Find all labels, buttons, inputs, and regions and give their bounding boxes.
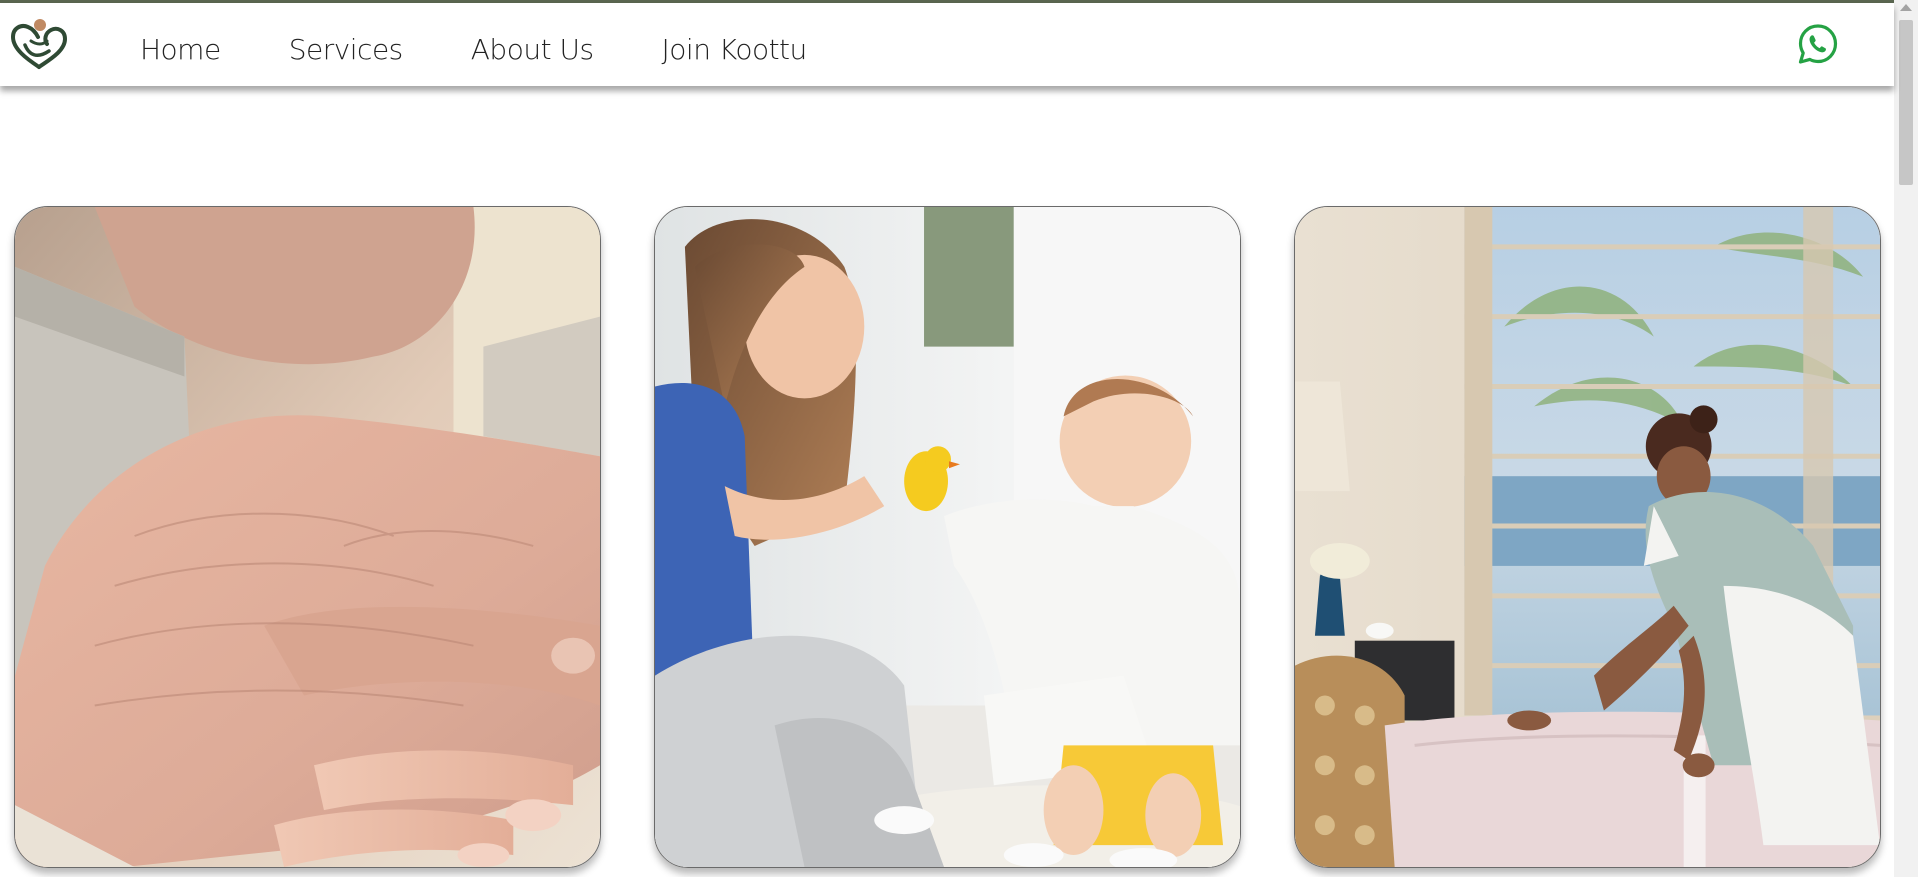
page-scrollbar[interactable] [1894, 0, 1918, 877]
site-header: Home Services About Us Join Koottu [0, 3, 1894, 86]
main-navigation: Home Services About Us Join Koottu [140, 33, 807, 66]
nav-about-us[interactable]: About Us [471, 33, 594, 66]
housekeeping-photo[interactable] [1294, 206, 1881, 868]
mother-and-baby-photo[interactable] [654, 206, 1241, 868]
whatsapp-icon[interactable] [1797, 23, 1839, 65]
nav-home[interactable]: Home [140, 33, 221, 66]
scrollbar-thumb[interactable] [1899, 20, 1913, 185]
nav-services[interactable]: Services [289, 33, 404, 66]
heart-hands-logo-icon[interactable] [9, 15, 69, 75]
elderly-hands-photo[interactable] [14, 206, 601, 868]
nav-join-koottu[interactable]: Join Koottu [662, 33, 808, 66]
scroll-up-arrow-icon[interactable] [1900, 4, 1912, 11]
